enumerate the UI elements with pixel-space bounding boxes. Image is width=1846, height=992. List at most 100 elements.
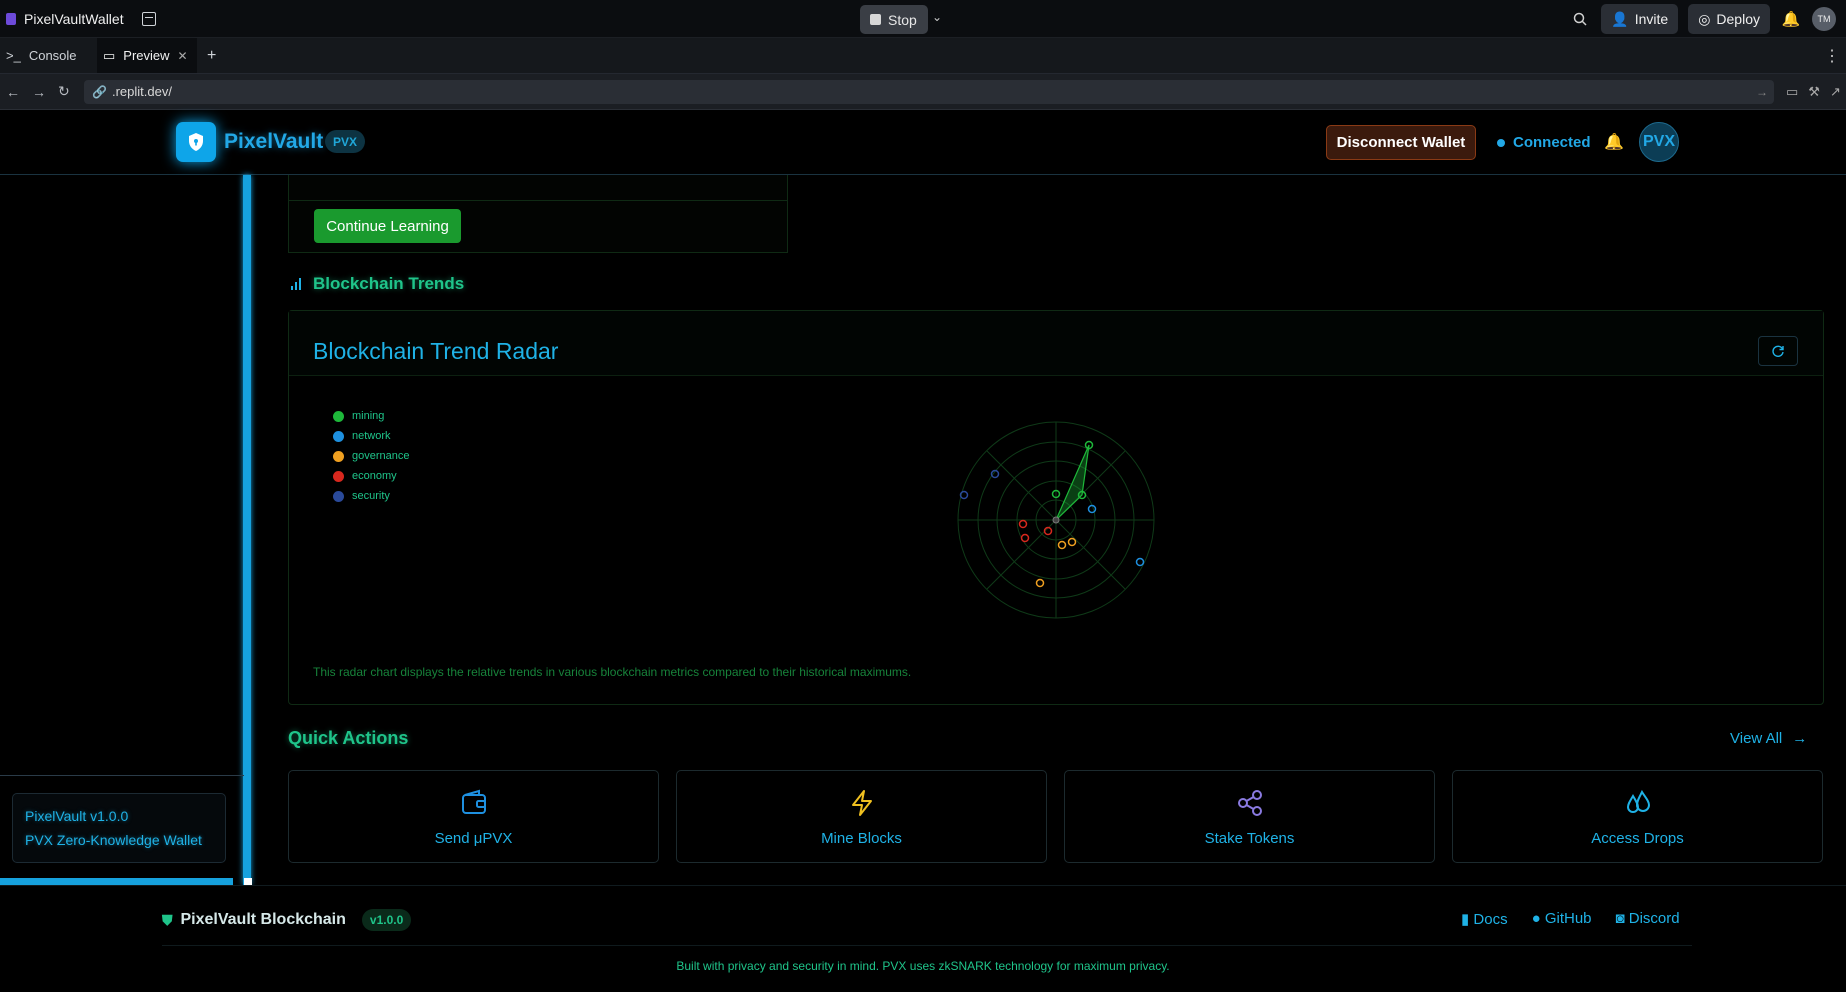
- tab-preview-label: Preview: [123, 48, 170, 63]
- book-icon: ▮: [1461, 911, 1474, 928]
- network-points: [1087, 504, 1145, 567]
- add-tab-button[interactable]: +: [197, 38, 216, 73]
- arrow-right-icon: →: [1792, 730, 1808, 747]
- stop-button[interactable]: Stop: [860, 5, 928, 34]
- horizontal-scrollbar[interactable]: [0, 878, 233, 885]
- send-button[interactable]: Send μPVX: [288, 770, 659, 863]
- shield-logo-icon[interactable]: [176, 122, 216, 162]
- devtools-icon[interactable]: ⚒: [1808, 84, 1820, 100]
- learning-card: Continue Learning: [288, 175, 788, 253]
- preview-address-bar: ← → ↻ 🔗 .replit.dev/ → ▭ ⚒ ↗: [0, 74, 1846, 110]
- status-dot: [1497, 138, 1505, 147]
- stop-icon: [870, 14, 881, 25]
- app-header: PixelVault PVX Disconnect Wallet Connect…: [0, 110, 1846, 175]
- discord-link[interactable]: ◙ Discord: [1616, 910, 1680, 928]
- workspace-tabs: >_ Console ▭ Preview ✕ + ⋮: [0, 38, 1846, 74]
- deploy-button[interactable]: ◎ Deploy: [1688, 4, 1770, 34]
- terminal-icon: >_: [6, 48, 21, 63]
- data-point: [1087, 504, 1097, 514]
- view-all-link[interactable]: View All →: [1730, 730, 1807, 747]
- layout-icon[interactable]: [141, 11, 156, 26]
- quick-actions-title: Quick Actions: [288, 728, 409, 748]
- invite-button[interactable]: 👤 Invite: [1601, 4, 1679, 34]
- url-text: .replit.dev/: [111, 84, 172, 99]
- link-icon: 🔗: [92, 84, 107, 99]
- github-link[interactable]: ● GitHub: [1532, 910, 1592, 928]
- close-icon[interactable]: ✕: [178, 49, 188, 63]
- sidebar-divider: [0, 775, 244, 776]
- radar-title: Blockchain Trend Radar: [313, 338, 559, 364]
- lightning-icon: [677, 788, 1046, 818]
- refresh-button[interactable]: [1758, 336, 1798, 366]
- data-point: [1067, 537, 1077, 547]
- avatar[interactable]: PVX: [1639, 122, 1679, 162]
- repl-name[interactable]: PixelVaultWallet: [0, 11, 124, 27]
- sidebar: PixelVault v1.0.0 PVX Zero-Knowledge Wal…: [0, 175, 252, 886]
- deploy-label: Deploy: [1716, 11, 1760, 27]
- sidebar-version: PixelVault v1.0.0: [25, 808, 129, 824]
- reload-icon[interactable]: ↻: [58, 83, 72, 100]
- wallet-icon: [289, 788, 658, 818]
- tab-console-label: Console: [28, 48, 77, 63]
- data-point: [1018, 519, 1028, 529]
- go-icon[interactable]: →: [1756, 85, 1774, 99]
- trends-title: Blockchain Trends: [313, 274, 465, 293]
- back-icon[interactable]: ←: [6, 84, 20, 100]
- sidebar-scrollbar[interactable]: [243, 175, 251, 885]
- access-drops-label: Access Drops: [1591, 830, 1684, 847]
- github-label: GitHub: [1544, 910, 1592, 927]
- chevron-down-icon[interactable]: ⌄: [932, 10, 942, 24]
- search-icon[interactable]: [1569, 8, 1591, 30]
- bar-chart-icon: [291, 278, 301, 290]
- mine-blocks-button[interactable]: Mine Blocks: [676, 770, 1047, 863]
- shield-icon: ⛊: [162, 911, 173, 928]
- tab-preview[interactable]: ▭ Preview ✕: [97, 38, 197, 73]
- app-logo-text[interactable]: PixelVault: [224, 130, 323, 154]
- sidebar-subtitle: PVX Zero-Knowledge Wallet: [25, 832, 202, 848]
- devices-icon[interactable]: ▭: [1786, 84, 1798, 100]
- stop-label: Stop: [888, 11, 917, 28]
- footer-divider: [162, 945, 1692, 946]
- radar-card-header: Blockchain Trend Radar: [289, 311, 1823, 376]
- docs-link[interactable]: ▮ Docs: [1461, 910, 1508, 928]
- discord-label: Discord: [1628, 910, 1680, 927]
- radar-note: This radar chart displays the relative t…: [313, 665, 912, 679]
- data-point: [1057, 540, 1067, 550]
- refresh-icon: [1772, 345, 1784, 357]
- more-icon[interactable]: ⋮: [1824, 38, 1846, 73]
- external-link-icon[interactable]: ↗: [1830, 84, 1841, 100]
- stake-tokens-button[interactable]: Stake Tokens: [1064, 770, 1435, 863]
- card-divider: [289, 200, 787, 201]
- disconnect-wallet-button[interactable]: Disconnect Wallet: [1326, 125, 1476, 160]
- invite-label: Invite: [1634, 11, 1669, 27]
- notification-bell-icon[interactable]: 🔔: [1604, 132, 1624, 152]
- notification-bell-icon[interactable]: 🔔: [1780, 8, 1802, 30]
- continue-learning-button[interactable]: Continue Learning: [314, 209, 461, 243]
- docs-label: Docs: [1473, 911, 1508, 928]
- repl-name-label: PixelVaultWallet: [24, 10, 124, 27]
- add-user-icon: 👤: [1611, 10, 1629, 27]
- radar-chart: [957, 421, 1155, 619]
- send-label: Send μPVX: [434, 830, 513, 847]
- forward-icon[interactable]: →: [32, 84, 46, 100]
- tab-console[interactable]: >_ Console: [0, 38, 97, 73]
- view-all-label: View All: [1730, 730, 1783, 747]
- access-drops-button[interactable]: Access Drops: [1452, 770, 1823, 863]
- footer-brand: ⛊ PixelVault Blockchain v1.0.0: [162, 909, 412, 931]
- footer-note: Built with privacy and security in mind.…: [676, 959, 1170, 973]
- monitor-icon: ▭: [103, 47, 116, 63]
- sidebar-version-box: PixelVault v1.0.0 PVX Zero-Knowledge Wal…: [12, 793, 226, 863]
- radar-center: [1052, 516, 1060, 524]
- topbar-actions: 👤 Invite ◎ Deploy 🔔 TM: [1569, 4, 1846, 34]
- url-field[interactable]: 🔗 .replit.dev/ →: [84, 79, 1774, 104]
- github-icon: ●: [1531, 910, 1545, 927]
- stake-tokens-label: Stake Tokens: [1204, 830, 1295, 847]
- avatar[interactable]: TM: [1812, 7, 1836, 31]
- mine-blocks-label: Mine Blocks: [821, 830, 902, 847]
- data-point: [1035, 578, 1045, 588]
- footer-version-badge: v1.0.0: [361, 909, 412, 931]
- radar-card: Blockchain Trend Radar mining network go…: [288, 310, 1824, 705]
- footer-links: ▮ Docs ● GitHub ◙ Discord: [1461, 910, 1680, 928]
- logo-badge: PVX: [325, 130, 366, 153]
- data-point: [1135, 557, 1145, 567]
